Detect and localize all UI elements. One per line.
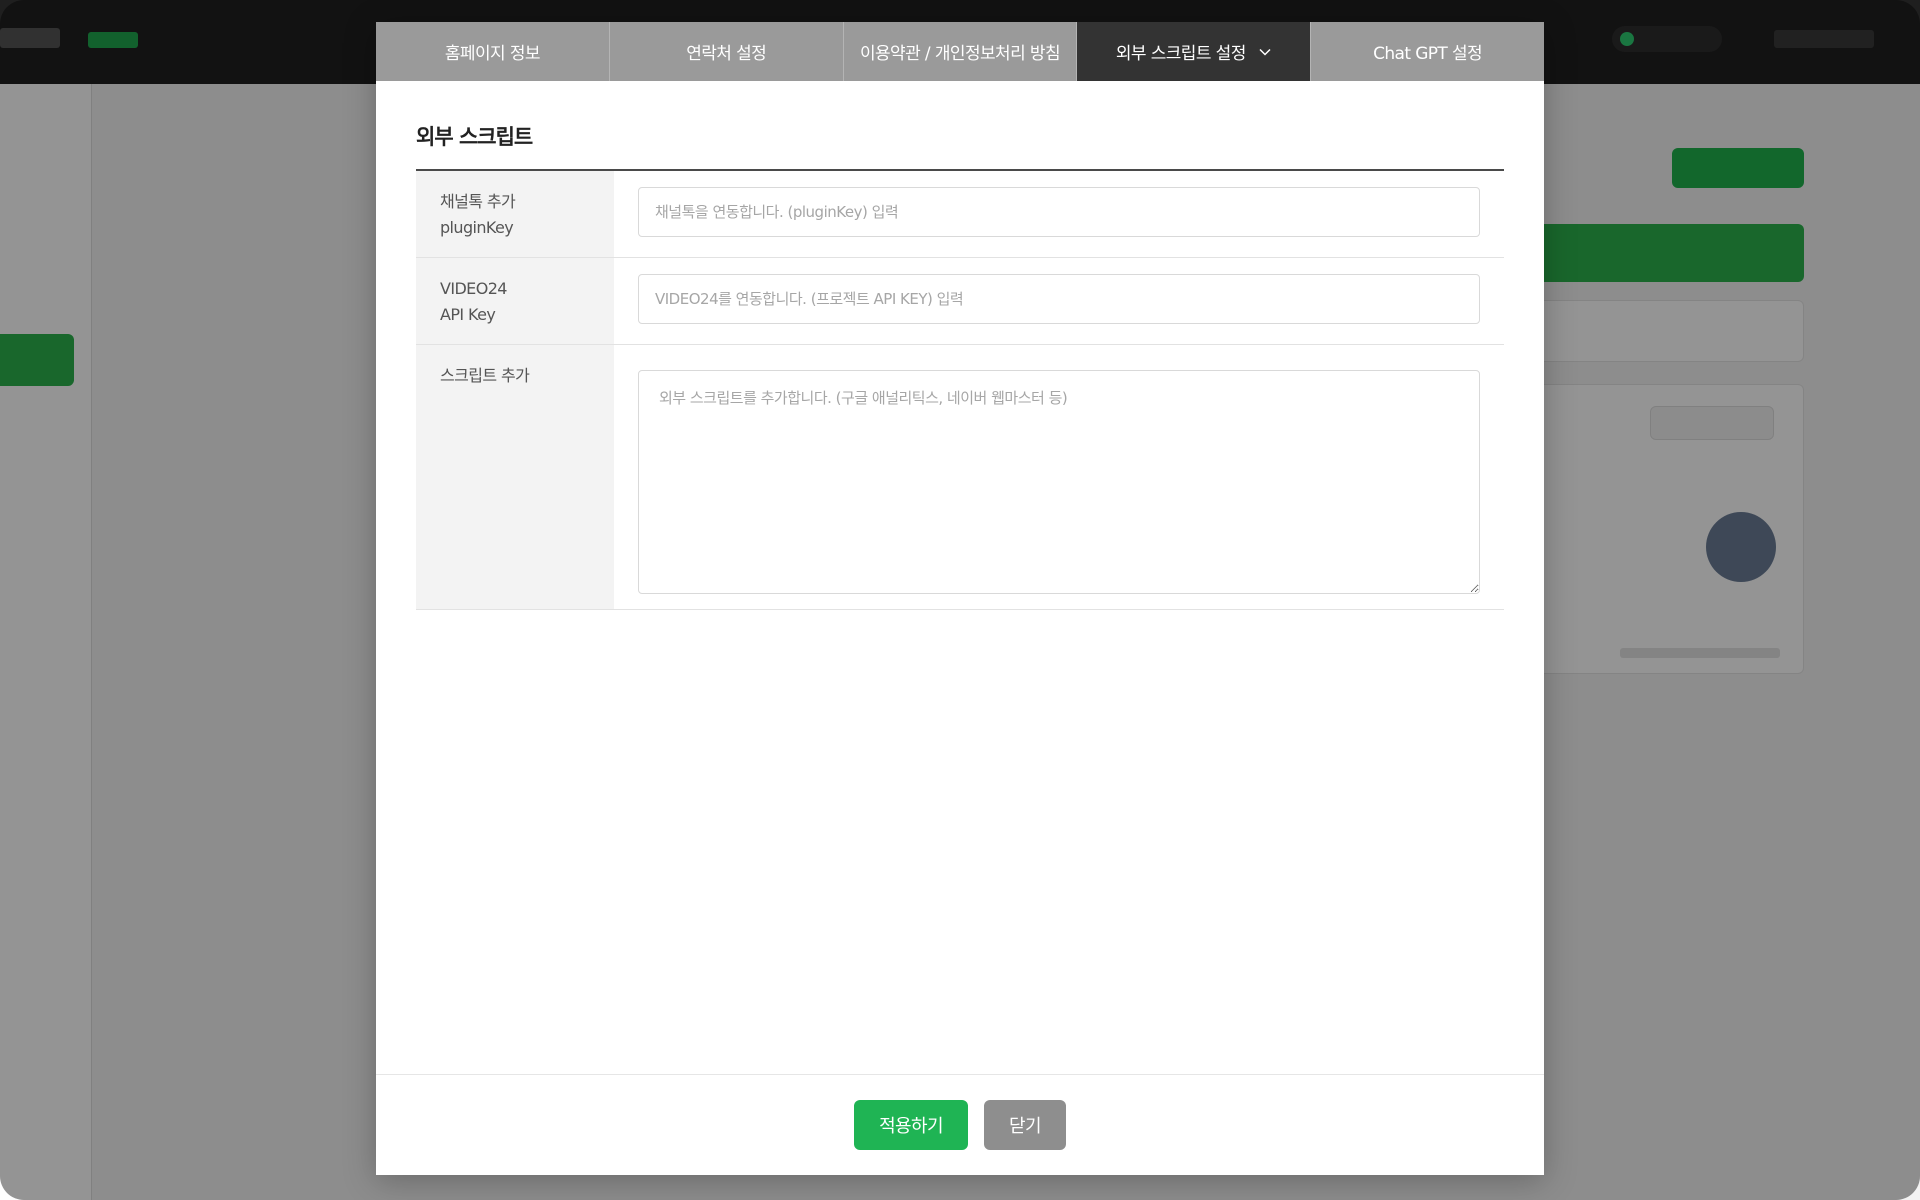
form-field: [614, 171, 1504, 257]
tab-label: Chat GPT 설정: [1373, 44, 1483, 64]
label-line: API Key: [440, 305, 496, 324]
label-line: 스크립트 추가: [440, 366, 530, 385]
tab-external-script-settings[interactable]: 외부 스크립트 설정: [1077, 22, 1312, 81]
section-title: 외부 스크립트: [416, 121, 1504, 171]
settings-modal: 홈페이지 정보 연락처 설정 이용약관 / 개인정보처리 방침 외부 스크립트 …: [376, 22, 1544, 1175]
tab-terms-privacy[interactable]: 이용약관 / 개인정보처리 방침: [844, 22, 1078, 81]
label-line: pluginKey: [440, 218, 514, 237]
form-field: [614, 258, 1504, 344]
form-row-script: 스크립트 추가: [416, 345, 1504, 610]
form-field: [614, 345, 1504, 609]
close-button[interactable]: 닫기: [984, 1100, 1066, 1150]
form-label: 채널톡 추가 pluginKey: [416, 171, 614, 257]
tab-label: 외부 스크립트 설정: [1115, 44, 1247, 64]
tab-homepage-info[interactable]: 홈페이지 정보: [376, 22, 610, 81]
tab-label: 홈페이지 정보: [444, 44, 541, 64]
label-line: 채널톡 추가: [440, 192, 516, 211]
settings-tabs: 홈페이지 정보 연락처 설정 이용약관 / 개인정보처리 방침 외부 스크립트 …: [376, 22, 1544, 81]
apply-button[interactable]: 적용하기: [854, 1100, 968, 1150]
video24-api-key-input[interactable]: [638, 274, 1480, 324]
modal-footer: 적용하기 닫기: [376, 1074, 1544, 1175]
form-label: 스크립트 추가: [416, 345, 614, 609]
form-row-channeltalk: 채널톡 추가 pluginKey: [416, 171, 1504, 258]
tab-label: 연락처 설정: [686, 44, 767, 64]
form-label: VIDEO24 API Key: [416, 258, 614, 344]
tab-label: 이용약관 / 개인정보처리 방침: [859, 44, 1061, 64]
form-row-video24: VIDEO24 API Key: [416, 258, 1504, 345]
tab-chatgpt-settings[interactable]: Chat GPT 설정: [1311, 22, 1544, 81]
label-line: VIDEO24: [440, 279, 507, 298]
modal-content: 외부 스크립트 채널톡 추가 pluginKey VIDEO24 API Key…: [416, 121, 1504, 610]
chevron-down-icon: [1259, 48, 1271, 56]
external-script-textarea[interactable]: [638, 370, 1480, 594]
tab-contact-settings[interactable]: 연락처 설정: [610, 22, 844, 81]
channeltalk-pluginkey-input[interactable]: [638, 187, 1480, 237]
